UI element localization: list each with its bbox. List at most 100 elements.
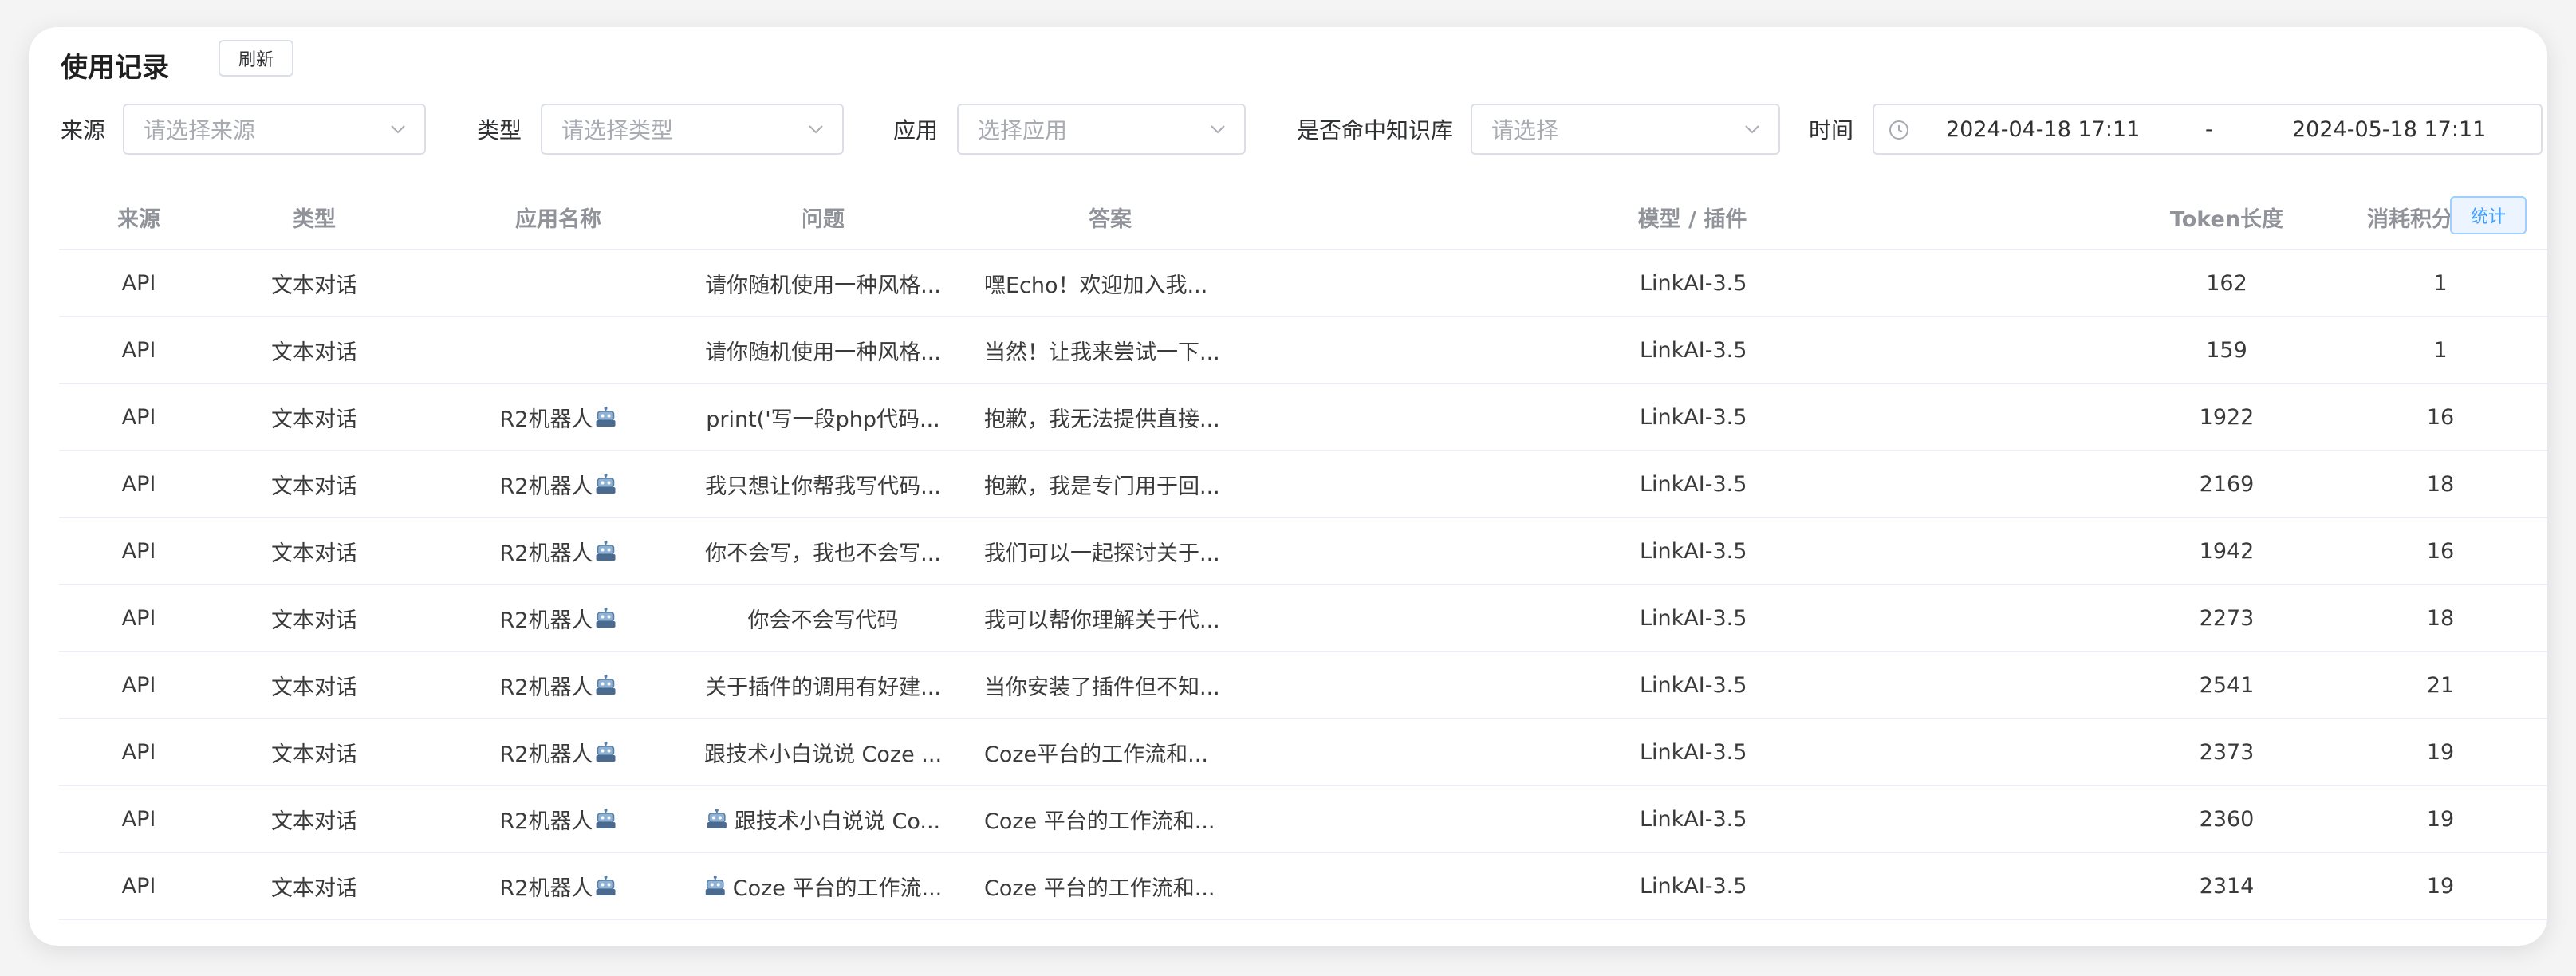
cell-app-name: R2机器人 <box>500 719 617 785</box>
cell-source: API <box>122 317 156 383</box>
date-range-picker[interactable]: 2024-04-18 17:11 - 2024-05-18 17:11 <box>1873 104 2543 155</box>
cell-points-text: 18 <box>2426 605 2455 631</box>
cell-points: 16 <box>2427 384 2454 450</box>
cell-tokens-text: 2273 <box>2199 605 2255 631</box>
cell-app-name: R2机器人 <box>500 853 617 919</box>
cell-app-name-text: R2机器人 <box>499 608 593 633</box>
cell-tokens: 2169 <box>2200 451 2255 517</box>
cell-points-text: 19 <box>2426 739 2455 765</box>
cell-type: 文本对话 <box>271 786 357 852</box>
cell-source: API <box>122 451 156 517</box>
clock-icon <box>1889 120 1908 140</box>
cell-model: LinkAI-3.5 <box>1640 384 1747 450</box>
table-row[interactable]: API 文本对话 R2机器人 跟技术小白说说 Coze ... Coze平台的工作流和.… <box>59 719 2547 786</box>
chevron-down-icon <box>1211 125 1225 134</box>
cell-tokens-text: 2169 <box>2199 471 2255 497</box>
cell-answer-text: Coze 平台的工作流和... <box>984 809 1215 834</box>
cell-source-text: API <box>121 404 156 430</box>
table-row[interactable]: API 文本对话 R2机器人 你会不会写代码 我可以帮你理解关于代... LinkAI-3… <box>59 585 2547 652</box>
cell-type-text: 文本对话 <box>271 474 357 499</box>
cell-model: LinkAI-3.5 <box>1640 853 1747 919</box>
cell-source-text: API <box>121 672 156 698</box>
cell-tokens-text: 2373 <box>2199 739 2255 765</box>
cell-model: LinkAI-3.5 <box>1640 317 1747 383</box>
cell-type: 文本对话 <box>271 652 357 718</box>
cell-question-text: 你会不会写代码 <box>747 608 899 633</box>
cell-answer-text: 当你安装了插件但不知... <box>984 675 1220 700</box>
cell-source-text: API <box>121 605 156 631</box>
cell-points: 18 <box>2427 451 2454 517</box>
page-title: 使用记录 <box>61 51 169 84</box>
cell-points-text: 18 <box>2426 471 2455 497</box>
cell-tokens: 2314 <box>2200 853 2255 919</box>
cell-answer-text: 抱歉，我无法提供直接... <box>984 407 1220 432</box>
robot-icon <box>596 742 616 762</box>
cell-tokens-text: 1942 <box>2199 538 2255 564</box>
source-select[interactable]: 请选择来源 <box>123 104 426 155</box>
cell-model: LinkAI-3.5 <box>1640 719 1747 785</box>
cell-answer: 抱歉，我是专门用于回... <box>984 451 1220 517</box>
table-body: API 文本对话 请你随机使用一种风格... 嘿Echo！欢迎加入我... LinkAI… <box>59 250 2547 920</box>
cell-type-text: 文本对话 <box>271 675 357 700</box>
table-row[interactable]: API 文本对话 请你随机使用一种风格... 嘿Echo！欢迎加入我... LinkAI… <box>59 250 2547 317</box>
col-app-name: 应用名称 <box>515 207 601 232</box>
cell-model-text: LinkAI-3.5 <box>1640 404 1747 430</box>
stat-button[interactable]: 统计 <box>2450 196 2527 234</box>
robot-icon <box>705 876 725 895</box>
cell-type-text: 文本对话 <box>271 407 357 432</box>
kb-hit-select-placeholder: 请选择 <box>1491 117 1559 144</box>
cell-answer: Coze 平台的工作流和... <box>984 853 1215 919</box>
type-select[interactable]: 请选择类型 <box>541 104 844 155</box>
cell-model-text: LinkAI-3.5 <box>1640 538 1747 564</box>
cell-model-text: LinkAI-3.5 <box>1640 471 1747 497</box>
cell-source-text: API <box>121 806 156 832</box>
cell-model: LinkAI-3.5 <box>1640 786 1747 852</box>
table-row[interactable]: API 文本对话 R2机器人 print('写一段php代码... 抱歉，我无法提供直接… <box>59 384 2547 451</box>
cell-answer: Coze 平台的工作流和... <box>984 786 1215 852</box>
cell-app-name: R2机器人 <box>500 652 617 718</box>
kb-hit-select[interactable]: 请选择 <box>1471 104 1780 155</box>
cell-type: 文本对话 <box>271 317 357 383</box>
cell-type: 文本对话 <box>271 719 357 785</box>
cell-tokens-text: 162 <box>2206 270 2247 296</box>
cell-question-text: 请你随机使用一种风格... <box>705 340 941 365</box>
date-range-end[interactable]: 2024-05-18 17:11 <box>2292 105 2486 153</box>
cell-model-text: LinkAI-3.5 <box>1640 873 1747 899</box>
table-row[interactable]: API 文本对话 R2机器人 关于插件的调用有好建... 当你安装了插件但不知... Li… <box>59 652 2547 719</box>
cell-answer-text: 我可以帮你理解关于代... <box>984 608 1220 633</box>
cell-points: 1 <box>2433 317 2447 383</box>
cell-answer: 抱歉，我无法提供直接... <box>984 384 1220 450</box>
cell-app-name-text: R2机器人 <box>499 407 593 432</box>
cell-question-text: Coze 平台的工作流... <box>732 876 943 901</box>
cell-question: 请你随机使用一种风格... <box>705 250 941 316</box>
cell-app-name: R2机器人 <box>500 451 617 517</box>
cell-points-text: 16 <box>2426 538 2455 564</box>
date-range-separator: - <box>2205 116 2213 142</box>
kb-hit-filter-label: 是否命中知识库 <box>1297 117 1454 144</box>
cell-question-text: 关于插件的调用有好建... <box>705 675 941 700</box>
cell-points: 1 <box>2433 250 2447 316</box>
table-row[interactable]: API 文本对话 R2机器人 你不会写，我也不会写... 我们可以一起探讨关于... Li… <box>59 518 2547 585</box>
cell-answer-text: 抱歉，我是专门用于回... <box>984 474 1220 499</box>
cell-source: API <box>122 652 156 718</box>
refresh-button[interactable]: 刷新 <box>219 40 293 77</box>
cell-type-text: 文本对话 <box>271 876 357 901</box>
date-range-start[interactable]: 2024-04-18 17:11 <box>1946 105 2140 153</box>
cell-question-text: print('写一段php代码... <box>706 407 940 432</box>
cell-answer-text: Coze平台的工作流和... <box>984 742 1208 767</box>
table-row[interactable]: API 文本对话 R2机器人 我只想让你帮我写代码... 抱歉，我是专门用于回... Li… <box>59 451 2547 518</box>
cell-question-text: 请你随机使用一种风格... <box>705 273 941 298</box>
cell-source: API <box>122 585 156 651</box>
cell-app-name: R2机器人 <box>500 585 617 651</box>
cell-question: 我只想让你帮我写代码... <box>705 451 941 517</box>
table-row[interactable]: API 文本对话 请你随机使用一种风格... 当然！让我来尝试一下... LinkAI-… <box>59 317 2547 384</box>
table-row[interactable]: API 文本对话 R2机器人 跟技术小白说说 Co... Coze 平台的工作流和...… <box>59 786 2547 853</box>
cell-app-name-text: R2机器人 <box>499 876 593 901</box>
type-filter-label: 类型 <box>477 117 522 144</box>
table-row[interactable]: API 文本对话 R2机器人 Coze 平台的工作流... Coze 平台的工作流和..… <box>59 853 2547 920</box>
app-select[interactable]: 选择应用 <box>957 104 1246 155</box>
cell-app-name: R2机器人 <box>500 518 617 584</box>
cell-app-name-text: R2机器人 <box>499 809 593 834</box>
cell-type-text: 文本对话 <box>271 273 357 298</box>
cell-tokens: 159 <box>2206 317 2247 383</box>
